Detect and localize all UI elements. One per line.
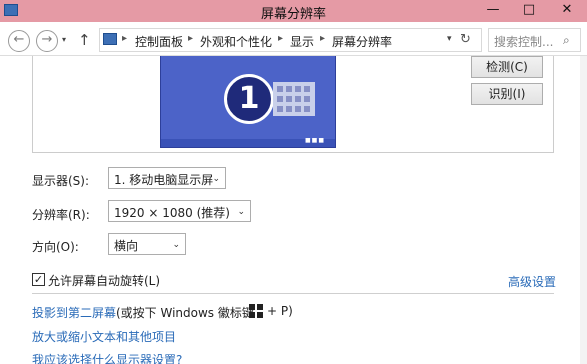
detect-button[interactable]: 检测(C) <box>471 56 543 78</box>
separator-icon[interactable]: ▸ <box>320 33 325 44</box>
chevron-down-icon: ⌄ <box>212 174 220 184</box>
scrollbar[interactable] <box>580 56 587 364</box>
display-select-value: 1. 移动电脑显示屏 <box>114 173 214 187</box>
monitor-preview-area: 1 ■■■ 检测(C) 识别(I) <box>32 56 554 153</box>
display-select[interactable]: 1. 移动电脑显示屏 ⌄ <box>108 167 226 189</box>
search-input[interactable]: 搜索控制... ⌕ <box>488 28 581 52</box>
project-shortcut-hint: (或按下 Windows 徽标键 <box>116 306 254 320</box>
breadcrumb[interactable]: ▸ 控制面板 ▸ 外观和个性化 ▸ 显示 ▸ 屏幕分辨率 <box>99 28 482 52</box>
advanced-settings-link[interactable]: 高级设置 <box>508 273 556 290</box>
breadcrumb-display[interactable]: 显示 <box>290 33 314 50</box>
chevron-down-icon: ⌄ <box>172 240 180 250</box>
breadcrumb-screen-resolution[interactable]: 屏幕分辨率 <box>332 33 392 50</box>
separator-icon[interactable]: ▸ <box>278 33 283 44</box>
project-second-screen-link[interactable]: 投影到第二屏幕 <box>32 304 116 321</box>
up-button[interactable]: ↑ <box>78 31 91 49</box>
path-dropdown-icon[interactable]: ▾ <box>447 34 452 44</box>
project-shortcut-hint-end: + P) <box>267 304 293 318</box>
refresh-icon[interactable]: ↻ <box>460 32 471 47</box>
orientation-select-value: 横向 <box>114 239 139 253</box>
search-icon[interactable]: ⌕ <box>563 33 570 48</box>
which-settings-link[interactable]: 我应该选择什么显示器设置? <box>32 351 182 364</box>
identify-button[interactable]: 识别(I) <box>471 83 543 105</box>
search-placeholder: 搜索控制... <box>494 35 554 49</box>
resolution-select-value: 1920 × 1080 (推荐) <box>114 206 230 220</box>
start-screen-tiles-icon <box>273 82 315 116</box>
orientation-select[interactable]: 横向 ⌄ <box>108 233 186 255</box>
divider <box>32 293 554 294</box>
text-size-link[interactable]: 放大或缩小文本和其他项目 <box>32 328 176 345</box>
forward-button[interactable]: → <box>36 30 58 52</box>
monitor-number-badge: 1 <box>224 74 274 124</box>
chevron-down-icon: ⌄ <box>237 207 245 217</box>
orientation-label: 方向(O): <box>32 240 79 254</box>
close-button[interactable]: ✕ <box>547 0 587 22</box>
monitor-taskbar: ■■■ <box>161 137 335 147</box>
separator-icon[interactable]: ▸ <box>122 33 127 44</box>
title-bar: 屏幕分辨率 — □ ✕ <box>0 0 587 22</box>
resolution-label: 分辨率(R): <box>32 208 90 222</box>
taskbar-dots-icon: ■■■ <box>304 137 325 144</box>
resolution-select[interactable]: 1920 × 1080 (推荐) ⌄ <box>108 200 251 222</box>
display-label: 显示器(S): <box>32 174 90 188</box>
address-bar: ← → ▾ ↑ ▸ 控制面板 ▸ 外观和个性化 ▸ 显示 ▸ 屏幕分辨率 ▾ ↻… <box>0 22 587 56</box>
back-button[interactable]: ← <box>8 30 30 52</box>
breadcrumb-appearance[interactable]: 外观和个性化 <box>200 33 272 50</box>
monitor-preview[interactable]: 1 ■■■ <box>160 56 336 148</box>
auto-rotate-label[interactable]: 允许屏幕自动旋转(L) <box>48 272 160 289</box>
windows-logo-icon <box>249 304 263 318</box>
breadcrumb-control-panel[interactable]: 控制面板 <box>135 33 183 50</box>
maximize-button[interactable]: □ <box>511 0 547 22</box>
control-panel-icon <box>103 33 117 45</box>
recent-locations-dropdown[interactable]: ▾ <box>62 35 66 44</box>
separator-icon[interactable]: ▸ <box>188 33 193 44</box>
minimize-button[interactable]: — <box>475 0 511 22</box>
auto-rotate-checkbox[interactable]: ✓ <box>32 273 45 286</box>
